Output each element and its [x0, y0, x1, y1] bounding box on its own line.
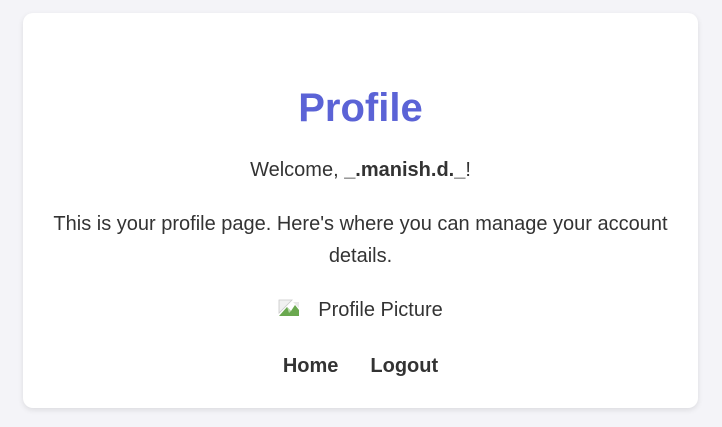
- username: _.manish.d._: [344, 159, 466, 181]
- profile-picture-alt-text: Profile Picture: [318, 298, 443, 321]
- profile-card: Profile Welcome, _.manish.d._! This is y…: [23, 13, 698, 408]
- profile-description: This is your profile page. Here's where …: [53, 213, 668, 267]
- page-title: Profile: [298, 86, 423, 130]
- profile-picture: Profile Picture: [23, 297, 698, 323]
- welcome-prefix: Welcome,: [250, 159, 345, 181]
- home-link[interactable]: Home: [283, 355, 339, 378]
- logout-link[interactable]: Logout: [370, 355, 438, 378]
- broken-image-icon: [278, 299, 300, 317]
- welcome-suffix: !: [465, 159, 471, 181]
- profile-nav: Home Logout: [23, 355, 698, 378]
- welcome-message: Welcome, _.manish.d._!: [23, 158, 698, 182]
